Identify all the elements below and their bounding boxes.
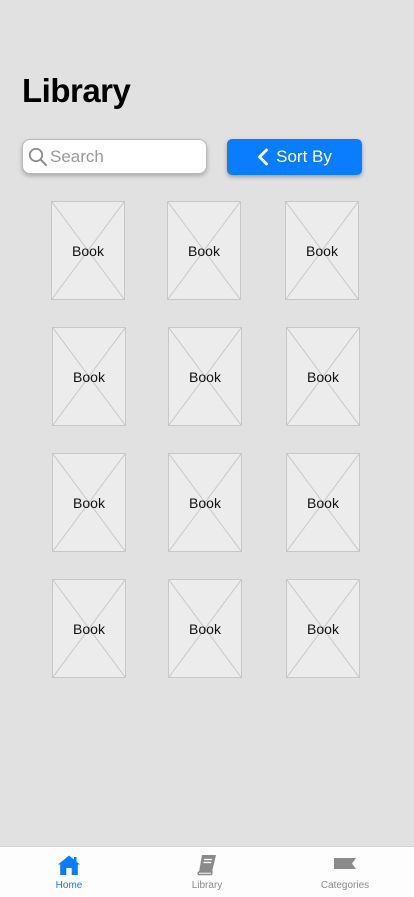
tab-home-label: Home xyxy=(55,880,83,891)
tab-library-label: Library xyxy=(191,880,223,891)
sort-by-label: Sort By xyxy=(276,147,332,166)
book-tile[interactable]: Book xyxy=(52,327,126,426)
book-tile[interactable]: Book xyxy=(286,327,360,426)
sort-by-button[interactable]: Sort By xyxy=(227,139,362,175)
search-bar[interactable] xyxy=(22,139,207,174)
book-tile[interactable]: Book xyxy=(168,327,242,426)
book-tile[interactable]: Book xyxy=(167,201,241,300)
book-label: Book xyxy=(307,620,339,637)
tab-home[interactable]: Home xyxy=(9,847,129,897)
book-tile[interactable]: Book xyxy=(52,579,126,678)
book-tile[interactable]: Book xyxy=(168,579,242,678)
tab-library[interactable]: Library xyxy=(147,847,267,897)
search-icon xyxy=(28,147,47,166)
search-input[interactable] xyxy=(50,146,200,167)
book-tile[interactable]: Book xyxy=(286,453,360,552)
home-icon xyxy=(58,855,80,875)
book-label: Book xyxy=(189,368,221,385)
book-label: Book xyxy=(188,242,220,259)
book-label: Book xyxy=(73,620,105,637)
book-label: Book xyxy=(189,620,221,637)
tab-bar: Home Library Categories xyxy=(0,846,414,897)
book-tile[interactable]: Book xyxy=(286,579,360,678)
chevron-left-icon xyxy=(258,148,269,166)
book-label: Book xyxy=(307,368,339,385)
tab-categories-label: Categories xyxy=(320,880,370,891)
book-label: Book xyxy=(72,242,104,259)
book-tile[interactable]: Book xyxy=(285,201,359,300)
tab-categories[interactable]: Categories xyxy=(285,847,405,897)
page-title: Library xyxy=(22,72,131,109)
book-label: Book xyxy=(306,242,338,259)
book-label: Book xyxy=(73,368,105,385)
book-icon xyxy=(197,855,216,876)
book-label: Book xyxy=(189,494,221,511)
book-tile[interactable]: Book xyxy=(51,201,125,300)
book-label: Book xyxy=(73,494,105,511)
book-label: Book xyxy=(307,494,339,511)
flag-icon xyxy=(334,858,356,869)
book-tile[interactable]: Book xyxy=(168,453,242,552)
book-tile[interactable]: Book xyxy=(52,453,126,552)
